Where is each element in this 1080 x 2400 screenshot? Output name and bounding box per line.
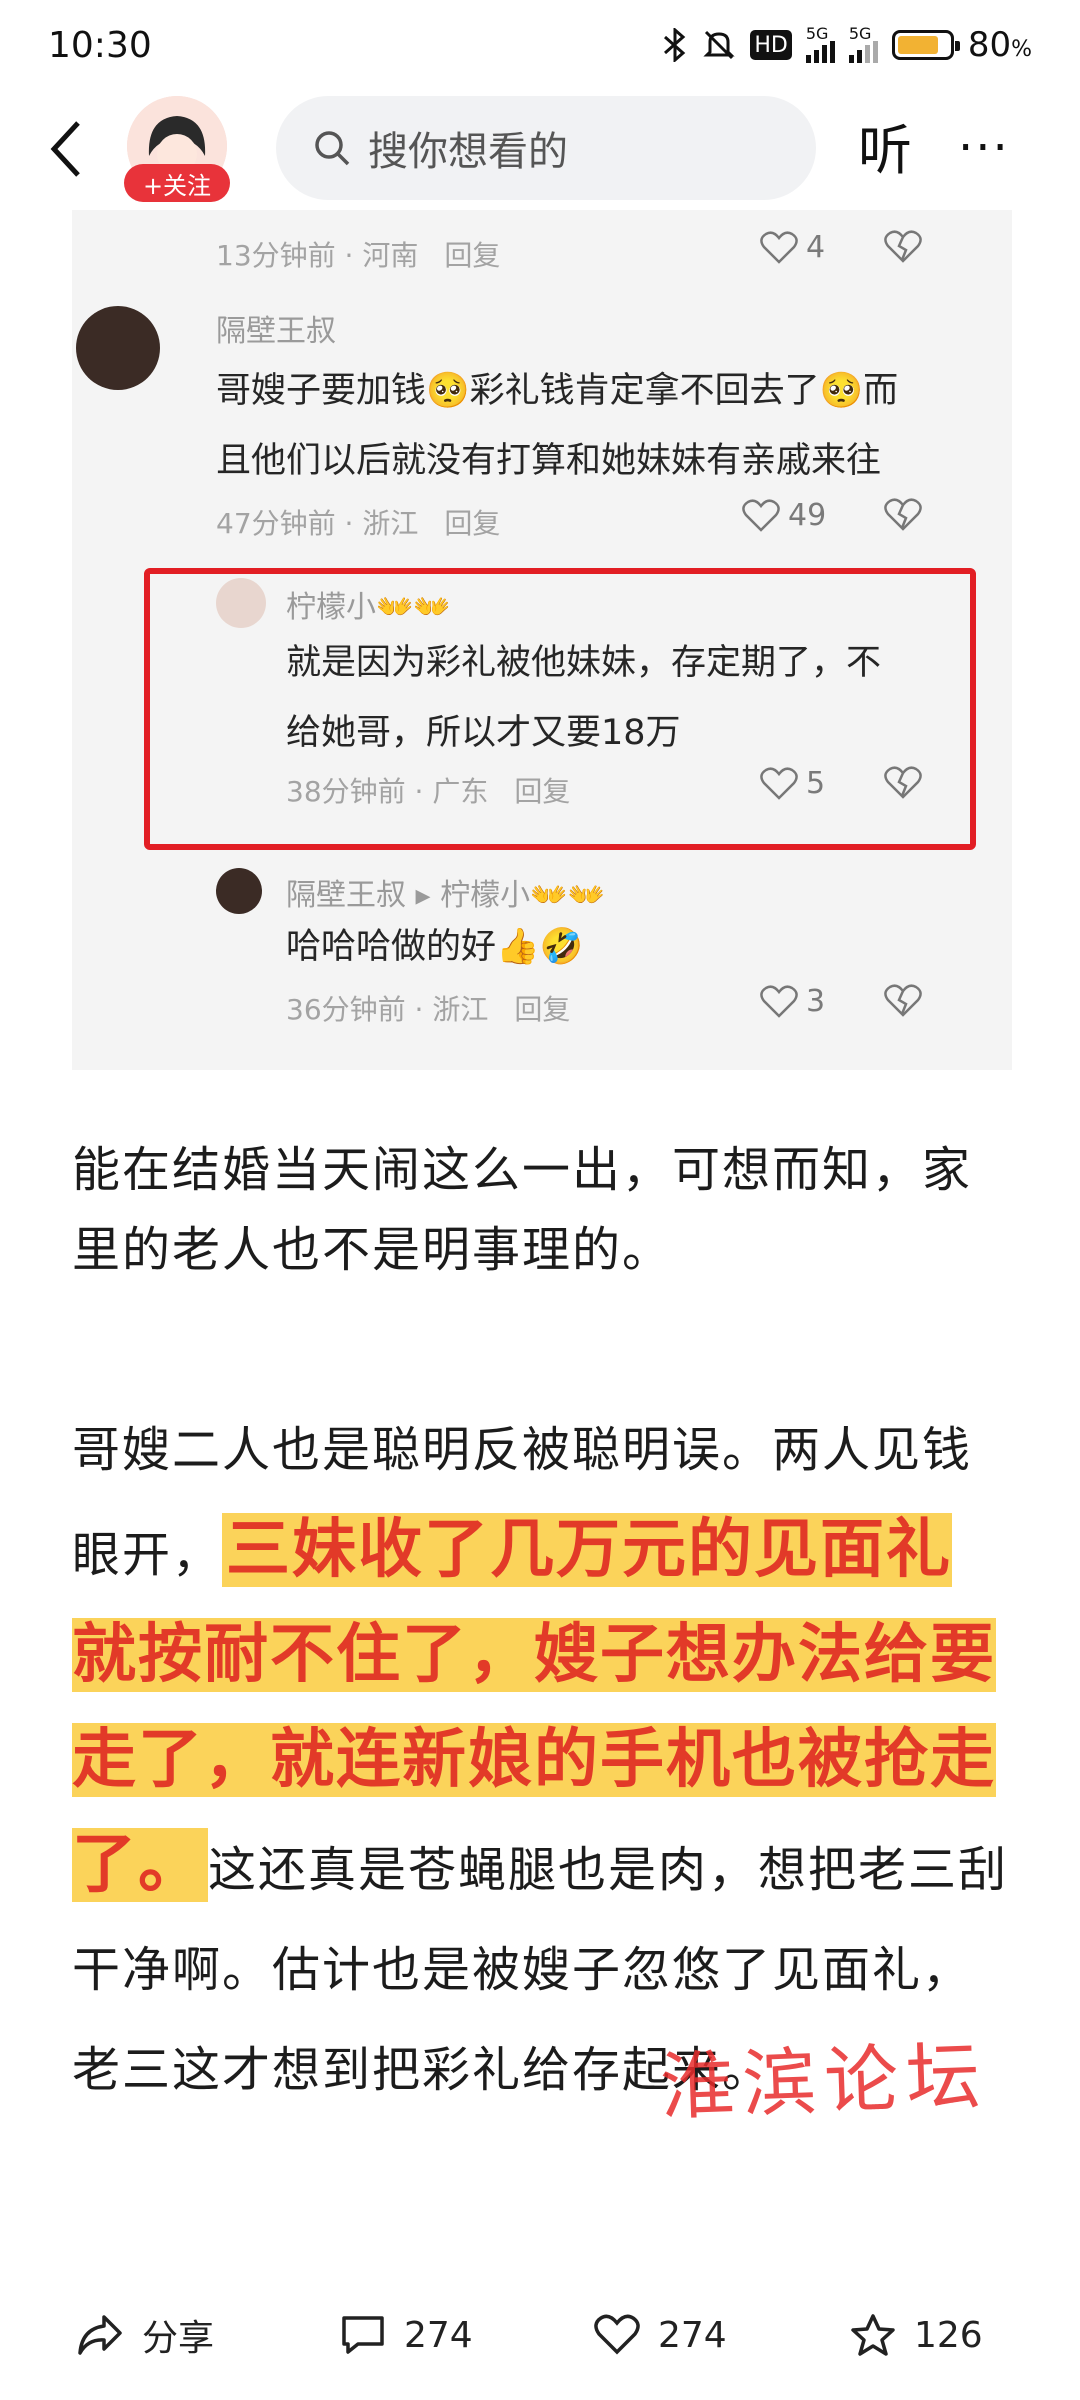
reply-link: 回复 [514, 775, 571, 808]
share-icon [78, 2315, 122, 2355]
commenter-avatar [76, 306, 160, 390]
reply-link: 回复 [444, 239, 501, 272]
comment-button[interactable]: 274 [340, 2314, 473, 2356]
comment-like: 5 [760, 766, 825, 801]
heart-icon [760, 766, 798, 800]
broken-heart-icon [884, 984, 922, 1022]
comment-text: 就是因为彩礼被他妹妹，存定期了，不 给她哥，所以才又要18万 [286, 643, 882, 753]
favorite-button[interactable]: 126 [850, 2313, 983, 2357]
comment-like: 49 [742, 498, 826, 533]
commenter-name: 隔壁王叔 [216, 314, 336, 349]
broken-heart-icon [884, 230, 922, 268]
search-icon [315, 131, 350, 166]
network-type-1: 5G [805, 24, 829, 43]
heart-icon [594, 2314, 640, 2355]
signal-bars-1-icon [805, 41, 835, 63]
comment-text: 哥嫂子要加钱🥺彩礼钱肯定拿不回去了🥺而 且他们以后就没有打算和她妹妹有亲戚来往 [216, 371, 899, 481]
commenter-avatar [216, 578, 266, 628]
heart-icon [760, 984, 798, 1018]
back-button[interactable] [36, 114, 96, 184]
commenter-avatar [216, 868, 262, 914]
comment-text: 哈哈哈做的好👍🤣 [286, 927, 584, 967]
clipped-comment-text [216, 210, 227, 232]
reply-link: 回复 [444, 507, 501, 540]
status-icons: HD 5G 5G 80% [662, 25, 1032, 65]
comment-like: 3 [760, 984, 825, 1019]
broken-heart-icon [884, 766, 922, 804]
watermark: 淮滨论坛 [658, 2033, 990, 2131]
signal-2: 5G [848, 24, 878, 63]
comment-screenshot-image: 13分钟前 · 河南 回复 4 隔壁王叔 哥嫂子要加钱🥺彩礼钱肯定拿不回去了🥺而… [72, 210, 1012, 1070]
comment-meta: 13分钟前 · 河南 回复 [216, 234, 500, 274]
comment-meta: 36分钟前 · 浙江 回复 [286, 988, 570, 1028]
comment-like: 4 [760, 230, 825, 265]
like-button[interactable]: 274 [594, 2314, 727, 2356]
mute-icon [702, 27, 736, 63]
status-time: 10:30 [48, 24, 152, 66]
comment-meta: 47分钟前 · 浙江 回复 [216, 502, 500, 542]
reply-link: 回复 [514, 993, 571, 1026]
status-bar: 10:30 HD 5G 5G 80% [0, 0, 1080, 90]
signal-bars-2-icon [848, 41, 878, 63]
search-input[interactable]: 搜你想看的 [276, 96, 816, 200]
heart-icon [742, 498, 780, 532]
author-avatar-area[interactable]: +关注 [122, 96, 232, 206]
follow-button[interactable]: +关注 [124, 164, 230, 202]
comment-meta: 38分钟前 · 广东 回复 [286, 770, 570, 810]
comment-icon [342, 2316, 384, 2354]
battery-icon [891, 30, 960, 60]
hd-badge: HD [750, 30, 792, 60]
commenter-name: 柠檬小👐👐 [286, 590, 451, 625]
bottom-action-bar: 分享 274 274 126 [0, 2290, 1080, 2380]
star-icon [851, 2314, 895, 2356]
heart-icon [760, 230, 798, 264]
share-button[interactable]: 分享 [76, 2309, 214, 2361]
signal-1: 5G [805, 24, 835, 63]
search-placeholder: 搜你想看的 [368, 129, 568, 175]
top-nav: +关注 搜你想看的 听 ··· [0, 90, 1080, 210]
back-arrow-icon [50, 121, 80, 177]
article-paragraph-1: 能在结婚当天闹这么一出，可想而知，家里的老人也不是明事理的。 [72, 1142, 973, 1278]
battery-fill [897, 36, 938, 54]
article-paragraph-2: 哥嫂二人也是聪明反被聪明误。两人见钱眼开，三妹收了几万元的见面礼就按耐不住了，嫂… [72, 1400, 1012, 2120]
listen-button[interactable]: 听 [858, 106, 912, 185]
broken-heart-icon [884, 498, 922, 536]
more-options-icon[interactable]: ··· [958, 120, 1010, 176]
network-type-2: 5G [848, 24, 872, 43]
commenter-name: 隔壁王叔 ▸ 柠檬小👐👐 [286, 878, 605, 913]
bluetooth-icon [662, 27, 688, 63]
battery-percent: 80% [967, 25, 1032, 65]
